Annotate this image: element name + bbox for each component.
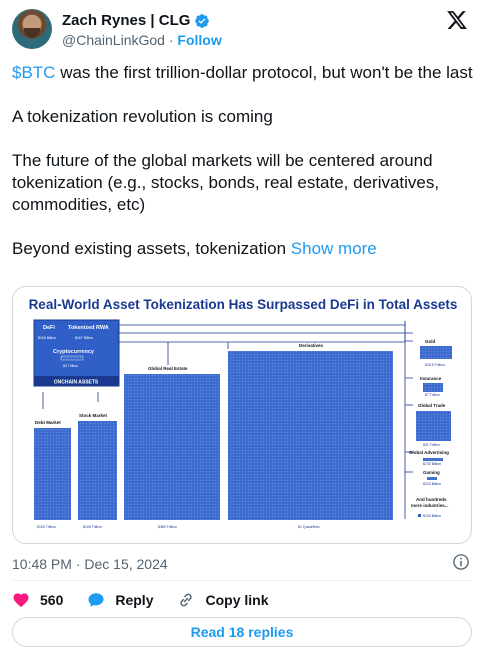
like-button[interactable]: 560: [12, 591, 63, 609]
legend-value: $100 Billion: [423, 514, 441, 518]
rwa-label: Tokenized RWA: [68, 325, 109, 331]
legend-swatch: [418, 514, 421, 517]
global-advertising-block: [423, 458, 443, 461]
cashtag-link[interactable]: $BTC: [12, 63, 55, 82]
derivatives-block: [228, 351, 393, 520]
infographic: Real-World Asset Tokenization Has Surpas…: [29, 297, 458, 529]
tweet-line1-text: was the first trillion-dollar protocol, …: [55, 63, 473, 82]
follow-button[interactable]: Follow: [177, 32, 221, 48]
more-industries-line2: more industries...: [411, 503, 449, 508]
reply-bubble-icon: [88, 593, 104, 607]
defi-label: DeFi: [43, 325, 55, 331]
debt-market-label: Debt Market: [35, 420, 61, 425]
global-advertising-value: $730 Billion: [423, 462, 441, 466]
real-estate-label: Global Real Estate: [148, 366, 188, 371]
reply-button[interactable]: Reply: [87, 591, 153, 609]
tweet-timestamp[interactable]: 10:48 PM · Dec 15, 2024: [12, 556, 168, 572]
gaming-block: [427, 477, 437, 480]
onchain-assets-box: DeFi $160 Billion Tokenized RWA $167 Bil…: [33, 319, 120, 387]
onchain-footer: ONCHAIN ASSETS: [54, 380, 99, 386]
author-name[interactable]: Zach Rynes | CLG: [62, 12, 190, 29]
global-trade-label: Global Trade: [418, 403, 446, 408]
debt-market-block: [34, 428, 71, 520]
stock-market-label: Stock Market: [79, 413, 108, 418]
real-estate-value: $380 Trillion: [158, 525, 177, 529]
like-count: 560: [40, 592, 64, 608]
insurance-label: Insurance: [420, 376, 442, 381]
gold-value: $15.5 Trillion: [425, 363, 445, 367]
reply-label: Reply: [115, 592, 154, 608]
tweet-media-image[interactable]: Real-World Asset Tokenization Has Surpas…: [12, 286, 472, 544]
tweet-actions: 560 Reply Copy link: [12, 589, 293, 611]
global-advertising-label: Global Advertising: [409, 450, 449, 455]
separator-dot: ·: [168, 32, 174, 48]
avatar[interactable]: [12, 9, 52, 49]
tweet-header: Zach Rynes | CLG @ChainLinkGod · Follow: [12, 9, 472, 53]
gold-block: [420, 346, 452, 359]
heart-icon: [13, 593, 29, 608]
divider: [12, 580, 472, 581]
tweet-line4-text: Beyond existing assets, tokenization: [12, 239, 291, 258]
stock-market-value: $106 Trillion: [83, 525, 102, 529]
info-icon[interactable]: [452, 553, 470, 571]
tweet-text: $BTC was the first trillion-dollar proto…: [12, 62, 474, 282]
tweet-paragraph-2: A tokenization revolution is coming: [12, 107, 273, 126]
tweet-paragraph-3: The future of the global markets will be…: [12, 151, 440, 214]
real-estate-block: [124, 374, 220, 520]
verified-badge-icon: [195, 13, 210, 28]
tweet-paragraph-4: Beyond existing assets, tokenization Sho…: [12, 238, 474, 260]
link-icon: [180, 593, 193, 607]
rwa-value: $167 Billion: [75, 336, 93, 340]
debt-market-value: $100 Trillion: [37, 525, 56, 529]
derivatives-value: $1 Quadrillion: [298, 525, 320, 529]
derivatives-label: Derivatives: [299, 343, 324, 348]
stock-market-block: [78, 421, 117, 520]
crypto-value: $3 Trillion: [63, 364, 78, 368]
gaming-label: Gaming: [423, 470, 440, 475]
handle-row: @ChainLinkGod · Follow: [62, 32, 222, 48]
global-trade-value: $31 Trillion: [423, 443, 440, 447]
gold-label: Gold: [425, 339, 435, 344]
insurance-block: [423, 383, 443, 392]
tweet-paragraph-1: $BTC was the first trillion-dollar proto…: [12, 62, 474, 84]
gaming-value: $220 Billion: [423, 482, 441, 486]
global-trade-block: [416, 411, 451, 441]
copy-link-label: Copy link: [205, 592, 269, 608]
author-name-row: Zach Rynes | CLG: [62, 12, 210, 29]
x-logo-icon[interactable]: [446, 9, 468, 31]
defi-value: $160 Billion: [38, 336, 56, 340]
more-industries-line1: And hundreds: [416, 497, 447, 502]
read-replies-button[interactable]: Read 18 replies: [12, 617, 472, 647]
copy-link-button[interactable]: Copy link: [177, 591, 269, 609]
show-more-link[interactable]: Show more: [291, 239, 377, 258]
infographic-title: Real-World Asset Tokenization Has Surpas…: [29, 297, 458, 312]
crypto-label: Cryptocurrency: [53, 349, 95, 355]
insurance-value: $7 Trillion: [425, 393, 440, 397]
author-handle[interactable]: @ChainLinkGod: [62, 32, 165, 48]
